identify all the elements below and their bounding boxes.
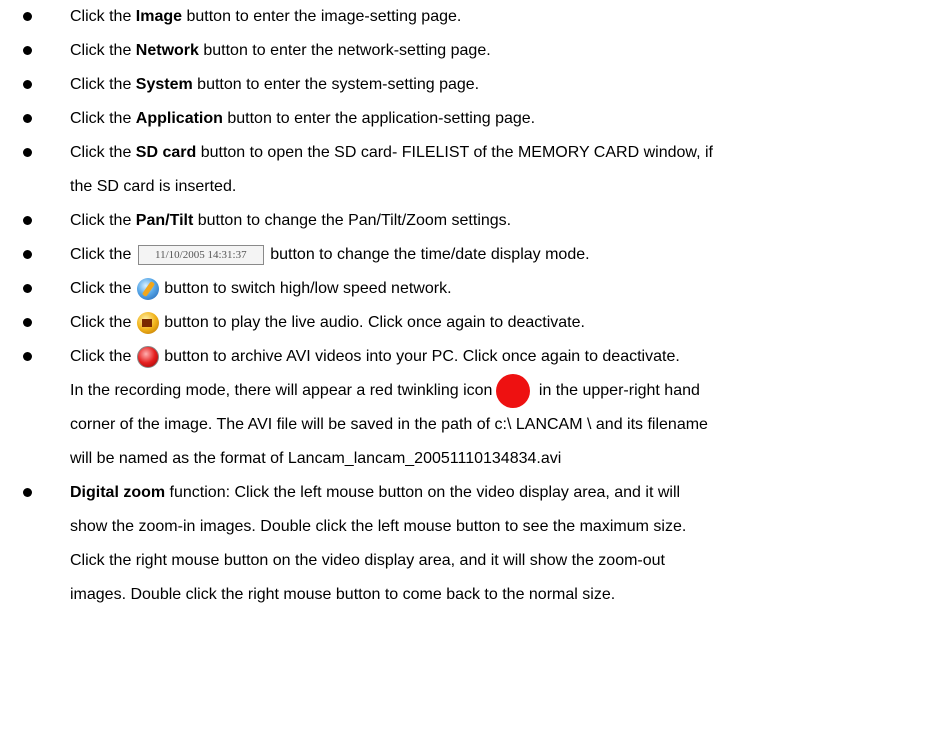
text-post: in the upper-right hand (534, 382, 700, 400)
sd-card-button-label: SD card (135, 144, 197, 161)
text-post: function: Click the left mouse button on… (165, 484, 681, 502)
list-item: Click the button to play the live audio.… (0, 306, 934, 340)
network-speed-icon[interactable] (136, 277, 159, 300)
bullet-icon (23, 250, 32, 259)
text-post: button to switch high/low speed network. (159, 280, 452, 297)
network-button-label: Network (135, 42, 199, 59)
text-post: button to change the Pan/Tilt/Zoom setti… (193, 212, 512, 229)
list-item: Click the Pan/Tilt button to change the … (0, 204, 934, 238)
text-post: button to enter the system-setting page. (192, 76, 480, 93)
red-twinkling-icon (496, 374, 531, 408)
text-pre: In the recording mode, there will appear… (70, 382, 493, 400)
item-text-continued: the SD card is inserted. (70, 178, 237, 195)
list-item: Click the Application button to enter th… (0, 102, 934, 136)
item-text: Click the Application button to enter th… (70, 102, 934, 136)
item-text-continued: show the zoom-in images. Double click th… (70, 518, 687, 536)
text-pre: Click the (70, 8, 136, 25)
text-post: button to enter the image-setting page. (182, 8, 462, 25)
digital-zoom-label: Digital zoom (70, 484, 166, 502)
item-text: Click the 11/10/2005 14:31:37 button to … (70, 238, 934, 272)
text-pre: Click the (70, 314, 136, 331)
text-pre: Click the (70, 212, 136, 229)
item-text-continued: In the recording mode, there will appear… (70, 374, 934, 408)
list-item: Digital zoom function: Click the left mo… (0, 476, 934, 612)
application-button-label: Application (135, 110, 223, 127)
text-pre: Click the (70, 42, 136, 59)
text-pre: Click the (70, 144, 136, 161)
pan-tilt-button-label: Pan/Tilt (135, 212, 194, 229)
text-pre: Click the (70, 246, 136, 263)
text-pre: Click the (70, 348, 136, 365)
item-text: Click the button to archive AVI videos i… (70, 340, 934, 374)
bullet-icon (23, 46, 32, 55)
item-text: Click the Pan/Tilt button to change the … (70, 204, 934, 238)
text-pre: Click the (70, 76, 136, 93)
bullet-icon (23, 216, 32, 225)
bullet-icon (23, 114, 32, 123)
list-item: Click the button to archive AVI videos i… (0, 340, 934, 476)
item-text: Click the System button to enter the sys… (70, 68, 934, 102)
record-icon[interactable] (136, 345, 159, 368)
image-button-label: Image (135, 8, 183, 25)
list-item: Click the System button to enter the sys… (0, 68, 934, 102)
text-post: button to enter the application-setting … (222, 110, 536, 127)
text-pre: Click the (70, 280, 136, 297)
item-text: Click the Network button to enter the ne… (70, 34, 934, 68)
text-pre: Click the (70, 110, 136, 127)
list-item: Click the 11/10/2005 14:31:37 button to … (0, 238, 934, 272)
list-item: Click the SD card button to open the SD … (0, 136, 934, 204)
item-text-continued: Click the right mouse button on the vide… (70, 552, 665, 570)
item-text: Click the button to switch high/low spee… (70, 272, 934, 306)
item-text-continued: will be named as the format of Lancam_la… (70, 450, 562, 468)
text-post: button to enter the network-setting page… (198, 42, 491, 59)
list-item: Click the Network button to enter the ne… (0, 34, 934, 68)
bullet-icon (23, 148, 32, 157)
time-date-button[interactable]: 11/10/2005 14:31:37 (137, 244, 264, 265)
bullet-icon (23, 12, 32, 21)
list-item: Click the Image button to enter the imag… (0, 0, 934, 34)
text-post: button to change the time/date display m… (265, 246, 590, 263)
item-text: Digital zoom function: Click the left mo… (70, 476, 934, 510)
speaker-icon[interactable] (136, 311, 159, 334)
bullet-icon (23, 352, 32, 361)
item-text: Click the Image button to enter the imag… (70, 0, 934, 34)
bullet-icon (23, 80, 32, 89)
bullet-icon (23, 318, 32, 327)
bullet-icon (23, 284, 32, 293)
text-post: button to archive AVI videos into your P… (159, 348, 680, 365)
system-button-label: System (135, 76, 193, 93)
bullet-icon (23, 488, 32, 498)
text-post: button to open the SD card- FILELIST of … (196, 144, 713, 161)
item-text-continued: images. Double click the right mouse but… (70, 586, 616, 604)
item-text: Click the button to play the live audio.… (70, 306, 934, 340)
item-text-continued: corner of the image. The AVI file will b… (70, 416, 708, 434)
list-item: Click the button to switch high/low spee… (0, 272, 934, 306)
document: Click the Image button to enter the imag… (0, 0, 934, 612)
text-post: button to play the live audio. Click onc… (159, 314, 585, 331)
item-text: Click the SD card button to open the SD … (70, 136, 934, 170)
